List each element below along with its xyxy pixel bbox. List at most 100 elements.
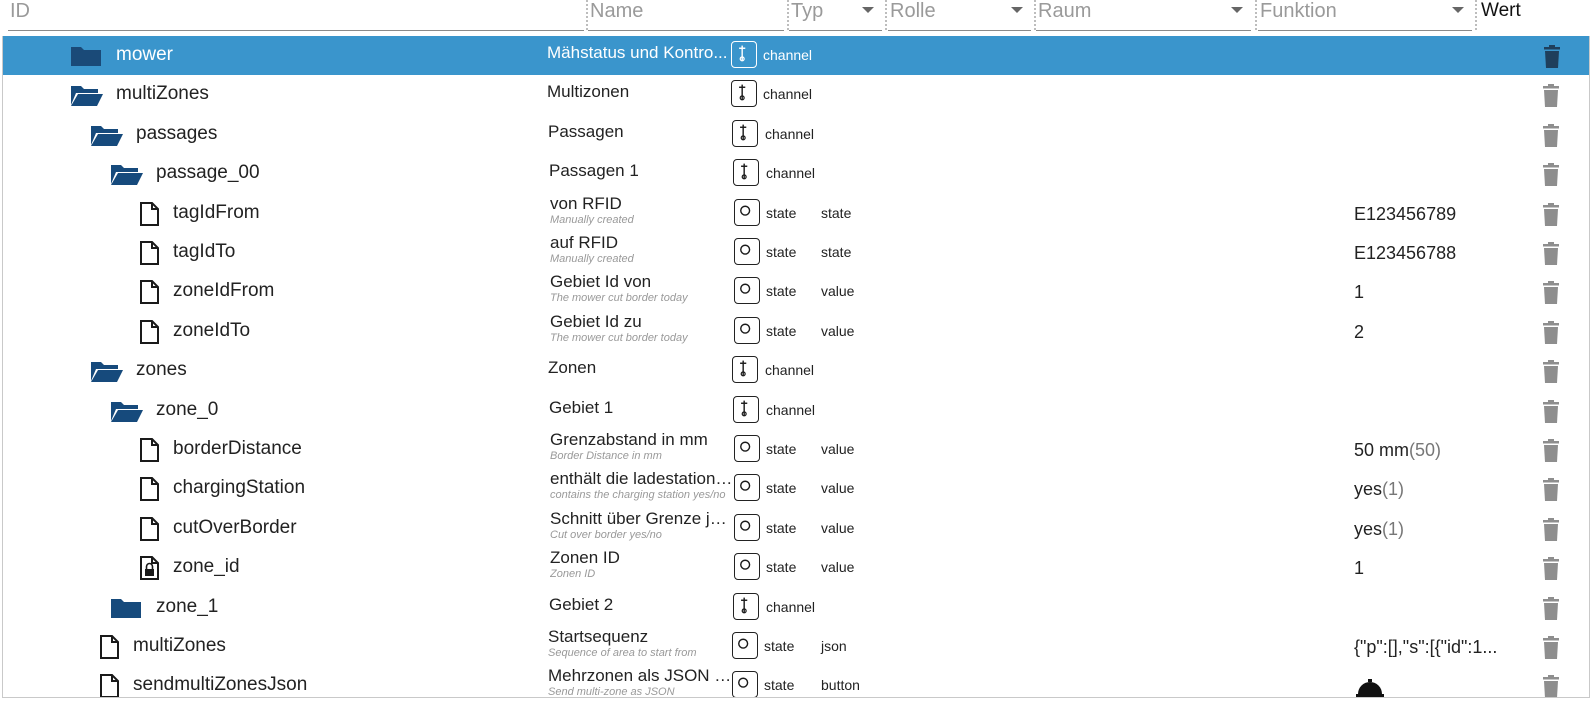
trash-icon[interactable] bbox=[1540, 202, 1562, 228]
column-divider[interactable] bbox=[885, 0, 887, 30]
row-name[interactable]: von RFID Manually created bbox=[550, 194, 734, 226]
row-name-text: enthält die ladestation ja/nein bbox=[550, 469, 734, 489]
tree-row[interactable]: zoneIdFrom Gebiet Id von The mower cut bor… bbox=[3, 272, 1589, 311]
trash-icon[interactable] bbox=[1540, 320, 1562, 346]
state-type-icon[interactable] bbox=[734, 277, 760, 305]
row-role: value bbox=[821, 559, 855, 576]
role-filter-label: Rolle bbox=[890, 0, 936, 22]
trash-icon[interactable] bbox=[1540, 635, 1562, 661]
row-value[interactable]: yes(1) bbox=[1354, 478, 1404, 500]
row-name-text: von RFID bbox=[550, 193, 622, 213]
state-type-icon[interactable] bbox=[734, 435, 760, 462]
tree-row[interactable]: multiZones Startsequenz Sequence of area t… bbox=[3, 627, 1589, 666]
row-name[interactable]: Passagen 1 bbox=[549, 161, 733, 181]
row-name[interactable]: Gebiet 2 bbox=[549, 595, 733, 615]
state-type-icon[interactable] bbox=[734, 198, 760, 226]
row-name[interactable]: Grenzabstand in mm Border Distance in mm bbox=[550, 430, 734, 462]
row-value[interactable]: {"p":[],"s":[{"id":1... bbox=[1354, 636, 1497, 658]
row-name[interactable]: Startsequenz Sequence of area to start fr… bbox=[548, 627, 732, 659]
row-name[interactable]: Zonen bbox=[548, 358, 732, 378]
column-divider[interactable] bbox=[1255, 0, 1257, 30]
row-name[interactable]: Schnitt über Grenze ja/neinCut over bord… bbox=[550, 509, 734, 541]
row-description: Send multi-zone as JSON bbox=[548, 686, 675, 698]
trash-icon[interactable] bbox=[1541, 44, 1563, 70]
row-name[interactable]: auf RFID Manually created bbox=[550, 233, 734, 265]
tree-row[interactable]: passages Passagen channel bbox=[3, 115, 1589, 154]
row-id: passage_00 bbox=[156, 162, 260, 184]
row-value[interactable]: E123456789 bbox=[1354, 203, 1456, 225]
trash-icon[interactable] bbox=[1540, 556, 1562, 582]
row-value[interactable]: yes(1) bbox=[1354, 518, 1404, 540]
tree-row[interactable]: sendmultiZonesJson Mehrzonen als JSON sen… bbox=[3, 666, 1589, 698]
tree-row[interactable]: passage_00 Passagen 1 channel bbox=[3, 154, 1589, 193]
state-type-icon[interactable] bbox=[734, 316, 760, 344]
row-name[interactable]: Gebiet Id von The mower cut border today bbox=[550, 272, 734, 304]
trash-icon[interactable] bbox=[1540, 517, 1562, 543]
channel-type-icon[interactable] bbox=[732, 119, 758, 147]
row-value[interactable]: 1 bbox=[1354, 281, 1364, 303]
tree-row[interactable]: borderDistance Grenzabstand in mm Border D… bbox=[3, 430, 1589, 469]
row-value[interactable]: E123456788 bbox=[1354, 242, 1456, 264]
row-value[interactable]: 1 bbox=[1354, 557, 1364, 579]
trash-icon[interactable] bbox=[1540, 674, 1562, 697]
tree-row[interactable]: multiZones Multizonen channel bbox=[3, 75, 1589, 114]
role-filter-select[interactable]: Rolle bbox=[888, 0, 1031, 31]
row-name[interactable]: Gebiet 1 bbox=[549, 398, 733, 418]
row-value[interactable]: 50 mm(50) bbox=[1354, 439, 1441, 461]
state-type-icon[interactable] bbox=[732, 671, 758, 697]
trash-icon[interactable] bbox=[1540, 477, 1562, 503]
bell-icon[interactable] bbox=[1355, 678, 1385, 697]
channel-type-icon[interactable] bbox=[731, 41, 757, 68]
row-name-text: Startsequenz bbox=[548, 627, 649, 646]
tree-row[interactable]: chargingStation enthält die ladestation j… bbox=[3, 469, 1589, 508]
trash-icon[interactable] bbox=[1540, 123, 1562, 149]
trash-icon[interactable] bbox=[1540, 241, 1562, 267]
row-id: multiZones bbox=[133, 635, 226, 656]
tree-row[interactable]: zone_id Zonen ID Zonen ID state value 1 bbox=[3, 548, 1589, 587]
channel-type-icon[interactable] bbox=[733, 592, 759, 620]
trash-icon[interactable] bbox=[1540, 359, 1562, 385]
row-name[interactable]: Passagen bbox=[548, 122, 732, 142]
trash-icon[interactable] bbox=[1540, 83, 1562, 109]
state-type-icon[interactable] bbox=[734, 474, 760, 502]
row-name-text: Gebiet Id zu bbox=[550, 311, 642, 331]
tree-row[interactable]: zoneIdTo Gebiet Id zu The mower cut border… bbox=[3, 312, 1589, 351]
tree-row[interactable]: zone_1 Gebiet 2 channel bbox=[3, 588, 1589, 627]
row-name[interactable]: Mehrzonen als JSON sendenSend multi-zone… bbox=[548, 666, 732, 698]
column-divider[interactable] bbox=[1475, 0, 1477, 30]
row-value[interactable]: 2 bbox=[1354, 321, 1364, 343]
room-filter-select[interactable]: Raum bbox=[1036, 0, 1251, 31]
tree-row[interactable]: tagIdFrom von RFID Manually created state st… bbox=[3, 194, 1589, 233]
channel-type-icon[interactable] bbox=[732, 356, 758, 384]
trash-icon[interactable] bbox=[1540, 280, 1562, 306]
state-type-icon[interactable] bbox=[734, 238, 760, 265]
name-filter-input[interactable]: Name bbox=[588, 0, 784, 31]
tree-row[interactable]: tagIdTo auf RFID Manually created state stat… bbox=[3, 233, 1589, 272]
row-name[interactable]: Multizonen bbox=[547, 82, 731, 102]
trash-icon[interactable] bbox=[1540, 596, 1562, 622]
channel-type-icon[interactable] bbox=[731, 80, 757, 108]
type-filter-select[interactable]: Typ bbox=[789, 0, 882, 31]
row-name[interactable]: Zonen ID Zonen ID bbox=[550, 548, 734, 580]
id-filter-input[interactable]: ID bbox=[8, 0, 584, 31]
value-column-header: Wert bbox=[1481, 0, 1521, 21]
row-name[interactable]: Mähstatus und Kontro... bbox=[547, 43, 731, 63]
channel-type-icon[interactable] bbox=[733, 395, 759, 423]
state-type-icon[interactable] bbox=[734, 513, 760, 541]
trash-icon[interactable] bbox=[1540, 399, 1562, 425]
tree-row[interactable]: mower Mähstatus und Kontro... channel bbox=[3, 36, 1589, 76]
trash-icon[interactable] bbox=[1540, 162, 1562, 188]
tree-row[interactable]: cutOverBorder Schnitt über Grenze ja/nein… bbox=[3, 509, 1589, 548]
tree-row[interactable]: zones Zonen channel bbox=[3, 351, 1589, 390]
state-type-icon[interactable] bbox=[734, 553, 760, 581]
row-id: zoneIdTo bbox=[173, 319, 251, 341]
row-name[interactable]: Gebiet Id zu The mower cut border today bbox=[550, 312, 734, 344]
channel-type-icon[interactable] bbox=[733, 159, 759, 187]
row-name-text: Gebiet Id von bbox=[550, 272, 652, 292]
row-name-text: Gebiet 2 bbox=[549, 594, 614, 614]
function-filter-select[interactable]: Funktion bbox=[1258, 0, 1472, 31]
tree-row[interactable]: zone_0 Gebiet 1 channel bbox=[3, 391, 1589, 430]
state-type-icon[interactable] bbox=[732, 632, 758, 659]
trash-icon[interactable] bbox=[1540, 438, 1562, 464]
row-name[interactable]: enthält die ladestation ja/neincontains … bbox=[550, 469, 734, 501]
